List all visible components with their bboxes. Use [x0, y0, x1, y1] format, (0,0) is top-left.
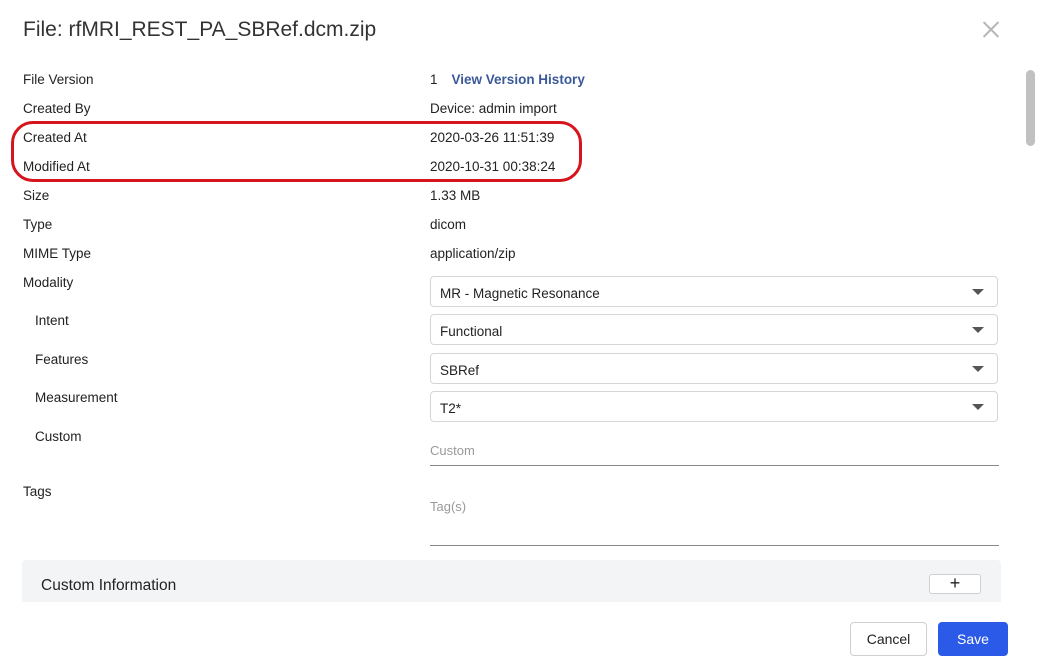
file-version-value: 1 View Version History — [430, 72, 585, 87]
modified-at-value: 2020-10-31 00:38:24 — [430, 159, 556, 174]
modality-selected-value: MR - Magnetic Resonance — [440, 286, 600, 301]
measurement-selected-value: T2* — [440, 401, 462, 416]
chevron-down-icon — [972, 327, 984, 333]
modality-select[interactable]: MR - Magnetic Resonance — [430, 276, 998, 307]
footer-divider — [0, 602, 1039, 603]
modal-title: File: rfMRI_REST_PA_SBRef.dcm.zip — [23, 18, 377, 41]
tags-input[interactable]: Tag(s) — [430, 499, 999, 546]
add-custom-info-button[interactable]: + — [929, 574, 981, 594]
custom-label: Custom — [35, 429, 82, 444]
file-info-modal: File: rfMRI_REST_PA_SBRef.dcm.zip File V… — [0, 0, 1039, 671]
type-label: Type — [23, 217, 53, 232]
created-at-value: 2020-03-26 11:51:39 — [430, 130, 555, 145]
size-label: Size — [23, 188, 50, 203]
intent-select[interactable]: Functional — [430, 314, 998, 345]
custom-input[interactable]: Custom — [430, 443, 999, 466]
custom-information-title: Custom Information — [41, 577, 177, 594]
scroll-thumb[interactable] — [1026, 70, 1035, 146]
scrollbar[interactable] — [1026, 70, 1035, 602]
close-icon[interactable] — [978, 17, 1004, 43]
created-at-label: Created At — [23, 130, 87, 145]
chevron-down-icon — [972, 366, 984, 372]
intent-selected-value: Functional — [440, 324, 503, 339]
chevron-down-icon — [972, 404, 984, 410]
mime-type-value: application/zip — [430, 246, 516, 261]
modal-body: File Version 1 View Version History Creat… — [0, 60, 1039, 602]
cancel-button[interactable]: Cancel — [850, 622, 927, 656]
custom-input-placeholder: Custom — [430, 443, 475, 458]
view-version-history-link[interactable]: View Version History — [452, 72, 585, 87]
features-label: Features — [35, 352, 89, 367]
mime-type-label: MIME Type — [23, 246, 92, 261]
features-select[interactable]: SBRef — [430, 353, 998, 384]
tags-label: Tags — [23, 484, 52, 499]
measurement-select[interactable]: T2* — [430, 391, 998, 422]
created-by-value: Device: admin import — [430, 101, 557, 116]
file-version-label: File Version — [23, 72, 94, 87]
measurement-label: Measurement — [35, 390, 118, 405]
intent-label: Intent — [35, 313, 69, 328]
custom-information-section: Custom Information + — [22, 560, 1001, 602]
tags-input-placeholder: Tag(s) — [430, 499, 467, 514]
file-version-number: 1 — [430, 72, 438, 87]
modified-at-label: Modified At — [23, 159, 90, 174]
modality-label: Modality — [23, 275, 74, 290]
type-value: dicom — [430, 217, 467, 232]
chevron-down-icon — [972, 289, 984, 295]
created-by-label: Created By — [23, 101, 91, 116]
features-selected-value: SBRef — [440, 363, 480, 378]
save-button[interactable]: Save — [938, 622, 1008, 656]
size-value: 1.33 MB — [430, 188, 481, 203]
